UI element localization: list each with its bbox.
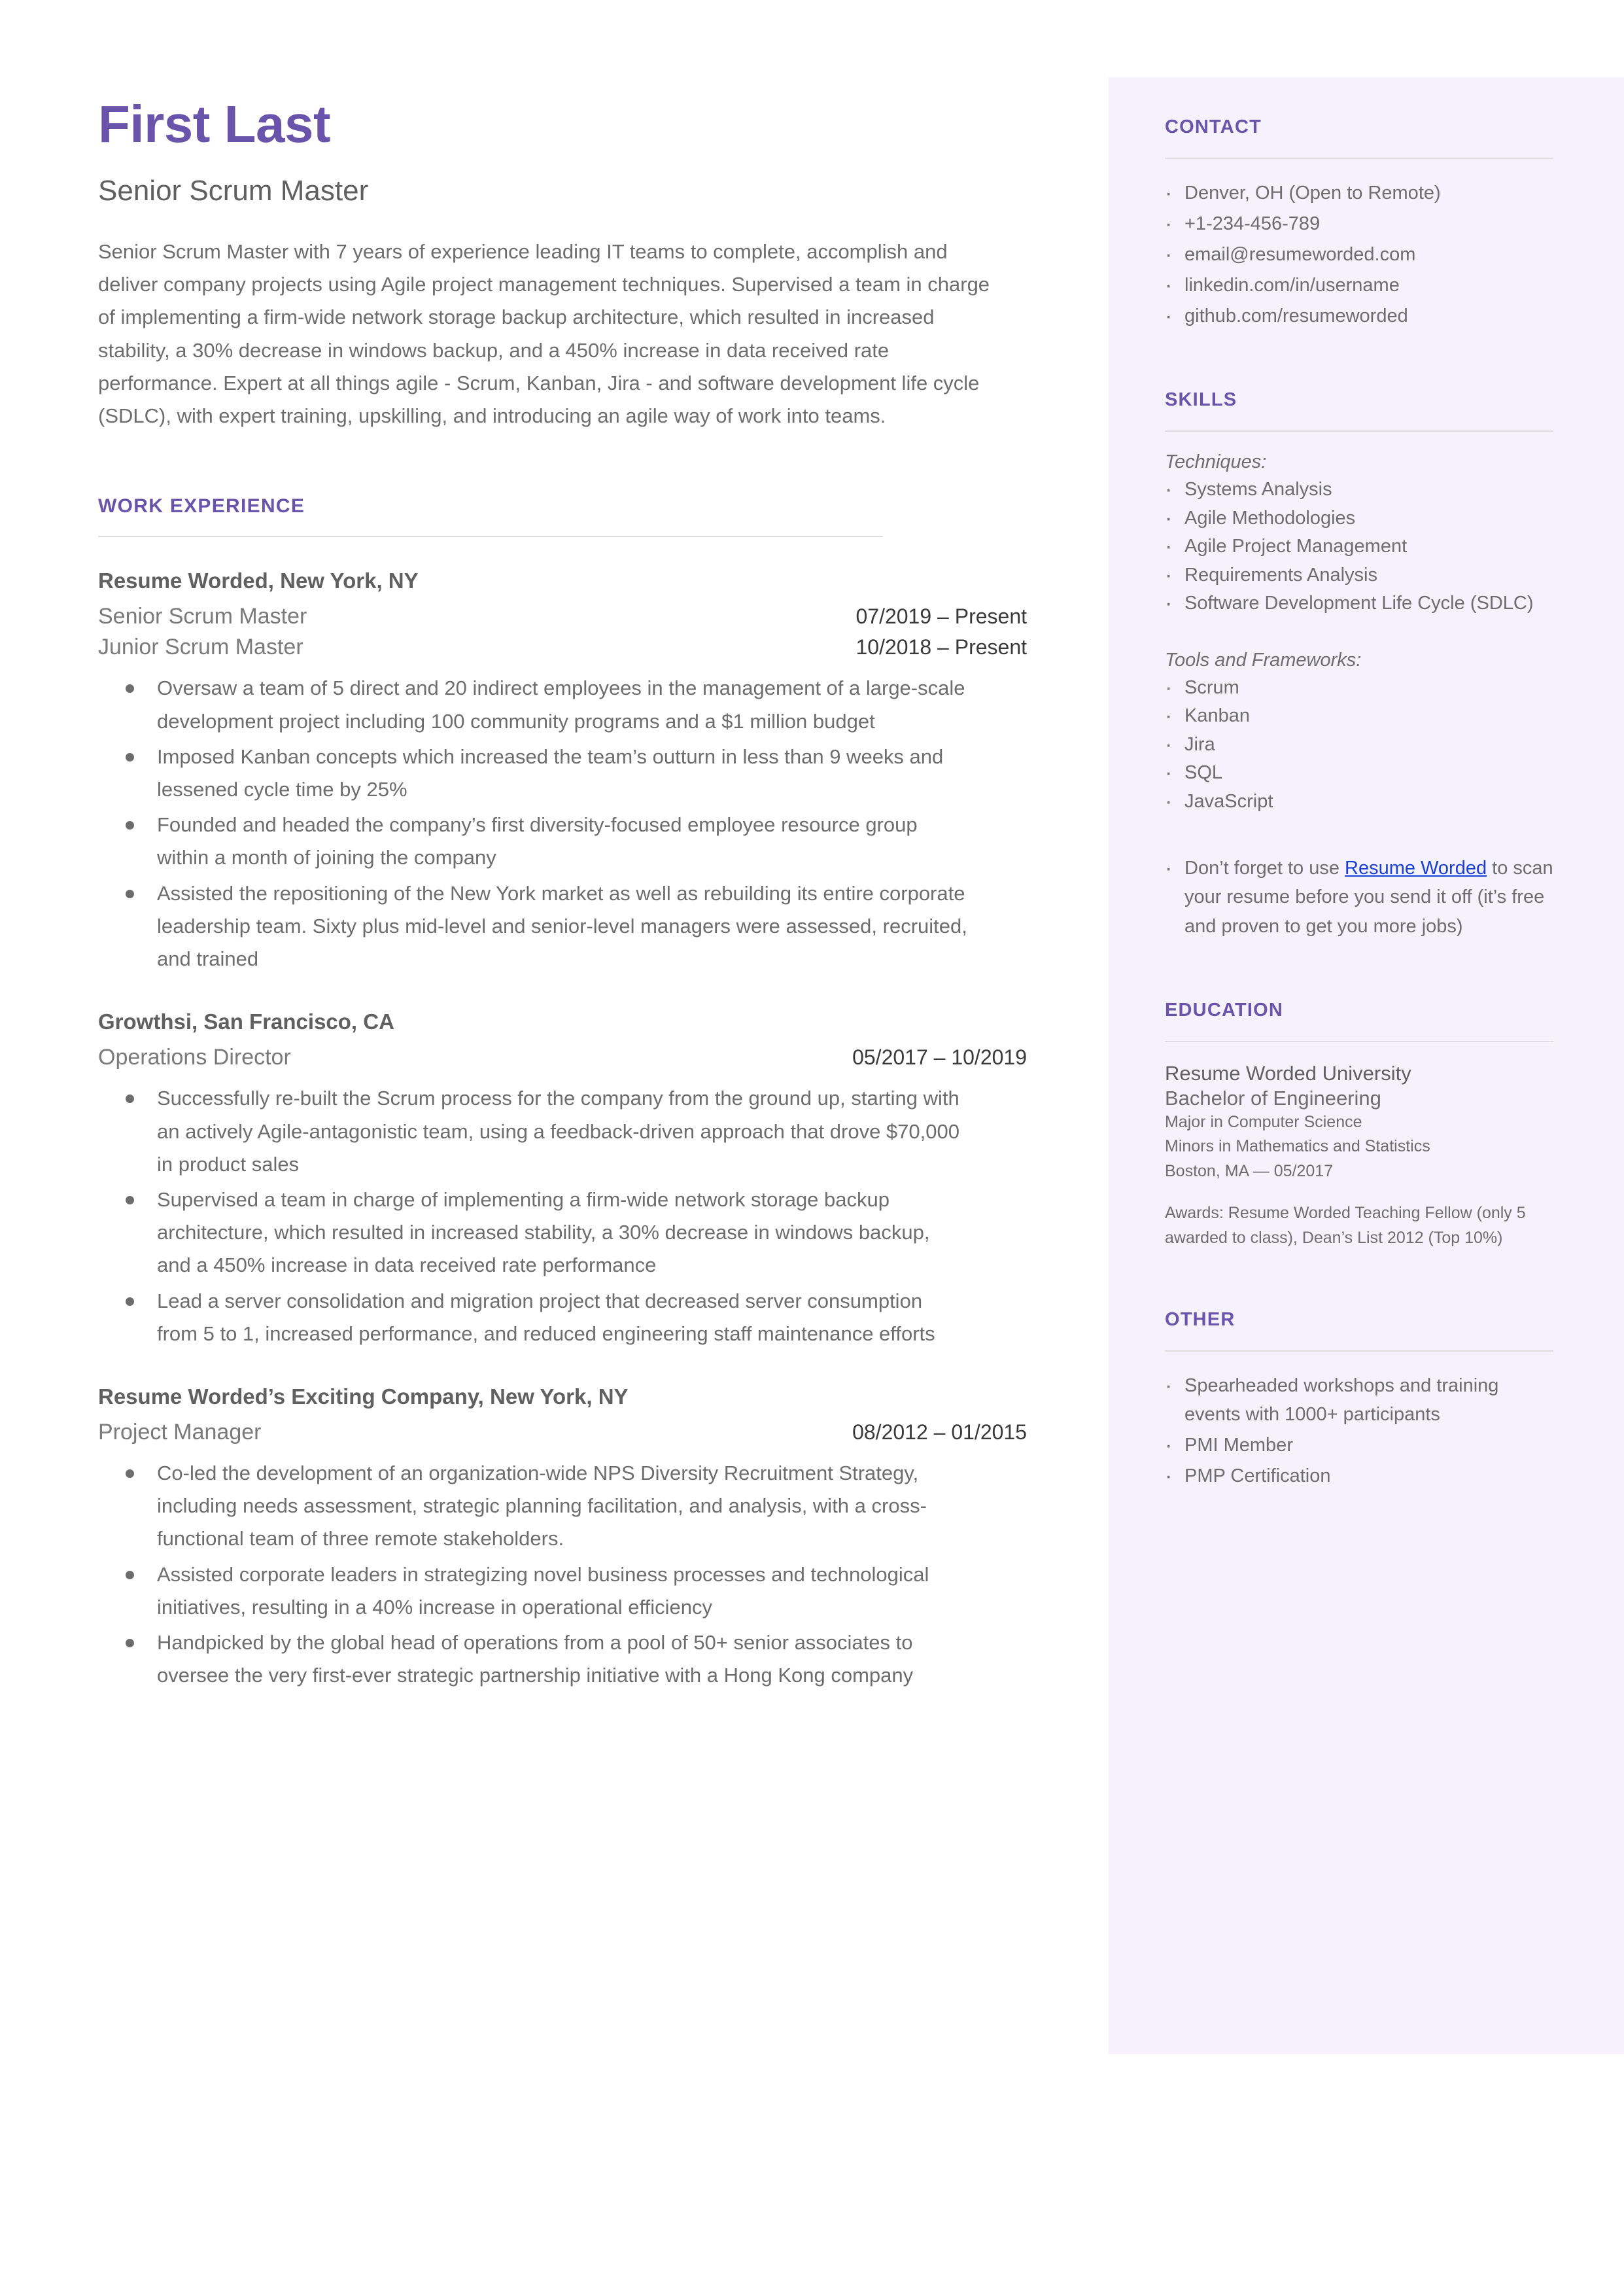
company-name: Resume Worded, New York, NY bbox=[98, 569, 419, 593]
skills-group-tools: Tools and Frameworks: Scrum Kanban Jira … bbox=[1165, 649, 1553, 817]
achievement-item: Lead a server consolidation and migratio… bbox=[98, 1285, 968, 1350]
education-heading: EDUCATION bbox=[1165, 999, 1284, 1021]
skill-list: Systems Analysis Agile Methodologies Agi… bbox=[1165, 474, 1553, 619]
education-divider bbox=[1165, 1040, 1553, 1042]
resume-worded-link[interactable]: Resume Worded bbox=[1345, 858, 1487, 879]
candidate-name: First Last bbox=[98, 95, 331, 153]
promo-text-before: Don’t forget to use bbox=[1184, 858, 1345, 879]
achievement-item: Assisted corporate leaders in strategizi… bbox=[98, 1558, 968, 1624]
work-experience-divider bbox=[98, 536, 883, 538]
role-row: Senior Scrum Master 07/2019 – Present bbox=[98, 604, 1027, 629]
contact-phone: +1-234-456-789 bbox=[1165, 208, 1553, 239]
skills-group-label: Techniques: bbox=[1165, 451, 1267, 473]
education-degree: Bachelor of Engineering bbox=[1165, 1086, 1381, 1110]
achievement-item: Successfully re-built the Scrum process … bbox=[98, 1082, 968, 1181]
achievement-list: Co-led the development of an organizatio… bbox=[98, 1457, 1027, 1692]
resume-worded-promo: Don’t forget to use Resume Worded to sca… bbox=[1165, 852, 1553, 940]
candidate-title: Senior Scrum Master bbox=[98, 175, 369, 207]
achievement-item: Imposed Kanban concepts which increased … bbox=[98, 741, 968, 806]
main-column: First Last Senior Scrum Master Senior Sc… bbox=[98, 98, 1027, 1695]
role-row: Operations Director 05/2017 – 10/2019 bbox=[98, 1045, 1027, 1070]
role-dates: 10/2018 – Present bbox=[855, 635, 1027, 659]
contact-location: Denver, OH (Open to Remote) bbox=[1165, 177, 1553, 209]
contact-heading: CONTACT bbox=[1165, 116, 1262, 137]
company-name: Growthsi, San Francisco, CA bbox=[98, 1009, 394, 1034]
skill-item: Systems Analysis bbox=[1165, 474, 1553, 505]
other-item: PMP Certification bbox=[1165, 1460, 1553, 1492]
skill-item: Agile Methodologies bbox=[1165, 503, 1553, 534]
skill-item: Requirements Analysis bbox=[1165, 560, 1553, 591]
work-experience-heading: WORK EXPERIENCE bbox=[98, 495, 305, 517]
role-row: Junior Scrum Master 10/2018 – Present bbox=[98, 635, 1027, 660]
experience-entry: Resume Worded, New York, NY Senior Scrum… bbox=[98, 569, 1027, 975]
other-list: Spearheaded workshops and training event… bbox=[1165, 1370, 1553, 1492]
achievement-list: Oversaw a team of 5 direct and 20 indire… bbox=[98, 672, 1027, 975]
skill-item: Agile Project Management bbox=[1165, 531, 1553, 562]
achievement-item: Oversaw a team of 5 direct and 20 indire… bbox=[98, 672, 968, 737]
contact-linkedin[interactable]: linkedin.com/in/username bbox=[1165, 270, 1553, 301]
contact-list: Denver, OH (Open to Remote) +1-234-456-7… bbox=[1165, 177, 1553, 332]
achievement-list: Successfully re-built the Scrum process … bbox=[98, 1082, 1027, 1350]
role-title: Senior Scrum Master bbox=[98, 604, 307, 629]
experience-entry: Growthsi, San Francisco, CA Operations D… bbox=[98, 1009, 1027, 1350]
achievement-item: Handpicked by the global head of operati… bbox=[98, 1626, 968, 1692]
skill-item: Jira bbox=[1165, 729, 1553, 760]
role-title: Project Manager bbox=[98, 1420, 262, 1445]
skill-item: Kanban bbox=[1165, 701, 1553, 731]
role-title: Operations Director bbox=[98, 1045, 291, 1070]
other-item: PMI Member bbox=[1165, 1429, 1553, 1461]
role-dates: 08/2012 – 01/2015 bbox=[852, 1420, 1027, 1445]
skill-list: Scrum Kanban Jira SQL JavaScript bbox=[1165, 673, 1553, 817]
role-row: Project Manager 08/2012 – 01/2015 bbox=[98, 1420, 1027, 1445]
education-major: Major in Computer Science bbox=[1165, 1112, 1362, 1131]
achievement-item: Supervised a team in charge of implement… bbox=[98, 1183, 968, 1282]
role-dates: 05/2017 – 10/2019 bbox=[852, 1045, 1027, 1070]
role-dates: 07/2019 – Present bbox=[855, 604, 1027, 629]
education-location-date: Boston, MA — 05/2017 bbox=[1165, 1161, 1334, 1180]
achievement-item: Founded and headed the company’s first d… bbox=[98, 809, 968, 874]
skills-heading: SKILLS bbox=[1165, 389, 1237, 411]
resume-page: First Last Senior Scrum Master Senior Sc… bbox=[0, 0, 1624, 2295]
contact-divider bbox=[1165, 158, 1553, 159]
skill-item: SQL bbox=[1165, 758, 1553, 788]
role-title: Junior Scrum Master bbox=[98, 635, 303, 660]
professional-summary: Senior Scrum Master with 7 years of expe… bbox=[98, 240, 990, 428]
skills-group-techniques: Techniques: Systems Analysis Agile Metho… bbox=[1165, 451, 1553, 619]
skills-divider bbox=[1165, 430, 1553, 432]
other-item: Spearheaded workshops and training event… bbox=[1165, 1370, 1553, 1429]
education-awards: Awards: Resume Worded Teaching Fellow (o… bbox=[1165, 1204, 1526, 1248]
skills-group-label: Tools and Frameworks: bbox=[1165, 649, 1362, 671]
skill-item: Software Development Life Cycle (SDLC) bbox=[1165, 588, 1553, 619]
other-heading: OTHER bbox=[1165, 1309, 1235, 1331]
other-divider bbox=[1165, 1350, 1553, 1352]
company-name: Resume Worded’s Exciting Company, New Yo… bbox=[98, 1384, 629, 1409]
achievement-item: Co-led the development of an organizatio… bbox=[98, 1457, 968, 1556]
achievement-item: Assisted the repositioning of the New Yo… bbox=[98, 877, 968, 976]
experience-entry: Resume Worded’s Exciting Company, New Yo… bbox=[98, 1384, 1027, 1692]
education-minors: Minors in Mathematics and Statistics bbox=[1165, 1137, 1430, 1156]
contact-email[interactable]: email@resumeworded.com bbox=[1165, 239, 1553, 270]
skill-item: JavaScript bbox=[1165, 786, 1553, 817]
contact-github[interactable]: github.com/resumeworded bbox=[1165, 300, 1553, 332]
skill-item: Scrum bbox=[1165, 673, 1553, 703]
education-school: Resume Worded University bbox=[1165, 1061, 1411, 1085]
sidebar: CONTACT Denver, OH (Open to Remote) +1-2… bbox=[1109, 77, 1624, 2054]
